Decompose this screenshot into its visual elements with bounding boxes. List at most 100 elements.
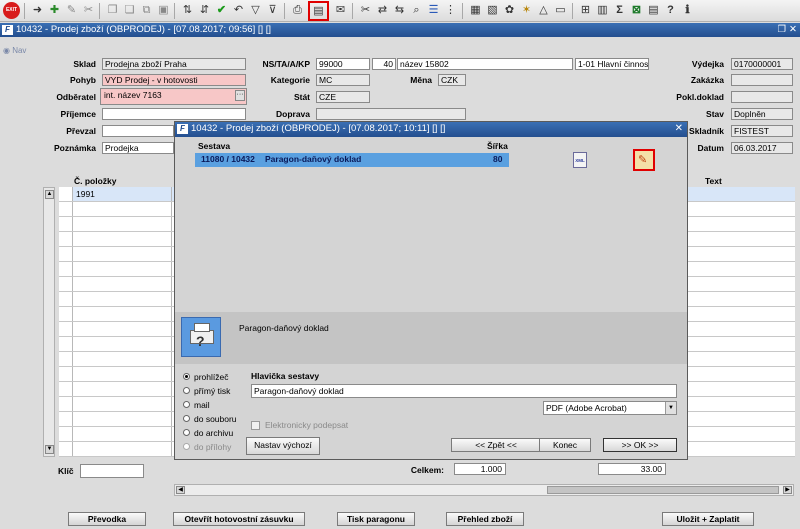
- split-icon[interactable]: ✂: [358, 3, 373, 18]
- row-cislo-cell[interactable]: [74, 367, 172, 381]
- document-icon[interactable]: ▦: [468, 3, 483, 18]
- doprava-field[interactable]: [316, 108, 466, 120]
- sign-checkbox[interactable]: [251, 421, 260, 430]
- radio-label-prohlizec[interactable]: prohlížeč: [194, 372, 229, 382]
- new-record-icon[interactable]: ✚: [47, 3, 62, 18]
- print-receipt-button[interactable]: Tisk paragonu: [337, 512, 415, 526]
- nav-tab[interactable]: ◉ Nav: [3, 46, 26, 55]
- tree-icon[interactable]: ⋮: [443, 3, 458, 18]
- goods-overview-button[interactable]: Přehled zboží: [446, 512, 524, 526]
- save-and-pay-button[interactable]: Uložit + Zaplatit: [662, 512, 754, 526]
- row-cislo-cell[interactable]: [74, 232, 172, 246]
- ns-name-field[interactable]: název 15802: [397, 58, 573, 70]
- vydejka-field[interactable]: 0170000001: [731, 58, 793, 70]
- datum-field[interactable]: 06.03.2017: [731, 142, 793, 154]
- row-selector[interactable]: [59, 427, 73, 441]
- delete-icon[interactable]: ✂: [81, 3, 96, 18]
- back-button[interactable]: << Zpět <<: [451, 438, 541, 452]
- dialog-close-icon[interactable]: ✕: [675, 122, 683, 136]
- row-selector[interactable]: [59, 322, 73, 336]
- filter-clear-icon[interactable]: ⊽: [265, 3, 280, 18]
- exit-icon[interactable]: EXIT: [3, 2, 20, 19]
- stav-field[interactable]: Doplněn: [731, 108, 793, 120]
- radio-label-do-archivu[interactable]: do archivu: [194, 428, 233, 438]
- row-cislo-cell[interactable]: [74, 337, 172, 351]
- poznamka-field[interactable]: Prodejka: [102, 142, 174, 154]
- stat-field[interactable]: CZE: [316, 91, 370, 103]
- zoom-icon[interactable]: ⌕: [409, 3, 424, 18]
- import-icon[interactable]: ➜: [30, 3, 45, 18]
- row-selector[interactable]: [59, 202, 73, 216]
- format-select[interactable]: PDF (Adobe Acrobat) ▼: [543, 401, 677, 415]
- pohyb-field[interactable]: VYD Prodej - v hotovosti: [102, 74, 246, 86]
- paste-icon[interactable]: ⧉: [139, 3, 154, 18]
- help-icon[interactable]: ?: [663, 3, 678, 18]
- ns-number-field[interactable]: 40: [372, 58, 396, 70]
- odberatel-lookup-button[interactable]: ···: [235, 90, 245, 101]
- row-selector[interactable]: [59, 352, 73, 366]
- row-cislo-cell[interactable]: [74, 307, 172, 321]
- radio-do-souboru[interactable]: [183, 415, 190, 422]
- ns-field[interactable]: 99000: [316, 58, 370, 70]
- radio-prohlizec[interactable]: [183, 373, 190, 380]
- list-icon[interactable]: ☰: [426, 3, 441, 18]
- klic-field[interactable]: [80, 464, 144, 478]
- settings-icon[interactable]: ✿: [502, 3, 517, 18]
- prijemce-field[interactable]: [102, 108, 246, 120]
- zakazka-field[interactable]: [731, 74, 793, 86]
- row-selector[interactable]: [59, 232, 73, 246]
- row-selector[interactable]: [59, 307, 73, 321]
- xml-export-icon[interactable]: XML: [573, 152, 587, 168]
- report-icon[interactable]: ⊞: [578, 3, 593, 18]
- radio-do-archivu[interactable]: [183, 429, 190, 436]
- sklad-field[interactable]: Prodejna zboží Praha: [102, 58, 246, 70]
- row-selector[interactable]: [59, 247, 73, 261]
- sum-icon[interactable]: Σ: [612, 3, 627, 18]
- end-button[interactable]: Konec: [539, 438, 591, 452]
- row-selector[interactable]: [59, 187, 73, 201]
- row-selector[interactable]: [59, 397, 73, 411]
- hlavicka-field[interactable]: Paragon-daňový doklad: [251, 384, 677, 398]
- row-cislo-cell[interactable]: [74, 262, 172, 276]
- odberatel-field[interactable]: int. název 7163 ···: [100, 88, 247, 105]
- scroll-up-icon[interactable]: ▲: [45, 190, 54, 199]
- table-icon[interactable]: ▤: [646, 3, 661, 18]
- filter-icon[interactable]: ▽: [248, 3, 263, 18]
- set-default-button[interactable]: Nastav výchozí: [246, 437, 320, 455]
- report-row[interactable]: 11080 / 10432 Paragon-daňový doklad 80: [195, 153, 509, 167]
- row-selector[interactable]: [59, 337, 73, 351]
- attach-icon[interactable]: ▧: [485, 3, 500, 18]
- row-selector[interactable]: [59, 382, 73, 396]
- ok-button[interactable]: >> OK >>: [603, 438, 677, 452]
- sort-desc-icon[interactable]: ⇵: [197, 3, 212, 18]
- prevodka-button[interactable]: Převodka: [68, 512, 146, 526]
- row-selector[interactable]: [59, 217, 73, 231]
- mena-field[interactable]: CZK: [438, 74, 466, 86]
- row-selector[interactable]: [59, 442, 73, 456]
- edit-icon[interactable]: ✎: [64, 3, 79, 18]
- print-reports-icon[interactable]: ▤: [308, 1, 329, 21]
- row-cislo-cell[interactable]: [74, 352, 172, 366]
- row-cislo-cell[interactable]: [74, 382, 172, 396]
- row-cislo-cell[interactable]: [74, 322, 172, 336]
- radio-label-mail[interactable]: mail: [194, 400, 210, 410]
- move-icon[interactable]: ⇆: [392, 3, 407, 18]
- restore-window-icon[interactable]: ❐: [777, 23, 786, 37]
- email-icon[interactable]: ✉: [333, 3, 348, 18]
- row-selector[interactable]: [59, 412, 73, 426]
- row-cislo-cell[interactable]: [74, 277, 172, 291]
- row-cislo-cell[interactable]: [74, 217, 172, 231]
- radio-label-do-souboru[interactable]: do souboru: [194, 414, 237, 424]
- mountain-icon[interactable]: △: [536, 3, 551, 18]
- radio-label-primy-tisk[interactable]: přímý tisk: [194, 386, 230, 396]
- grid-vertical-scrollbar[interactable]: ▲ ▼: [43, 187, 55, 457]
- sign-checkbox-label[interactable]: Elektronicky podepsat: [265, 420, 348, 430]
- edit-report-icon[interactable]: ✎: [633, 149, 655, 171]
- calendar-icon[interactable]: ▥: [595, 3, 610, 18]
- grid-horizontal-scrollbar[interactable]: ◀ ▶: [174, 484, 794, 496]
- row-selector[interactable]: [59, 367, 73, 381]
- duplicate-icon[interactable]: ▣: [156, 3, 171, 18]
- undo-icon[interactable]: ↶: [231, 3, 246, 18]
- confirm-check-icon[interactable]: ✔: [214, 3, 229, 18]
- skladnik-field[interactable]: FISTEST: [731, 125, 793, 137]
